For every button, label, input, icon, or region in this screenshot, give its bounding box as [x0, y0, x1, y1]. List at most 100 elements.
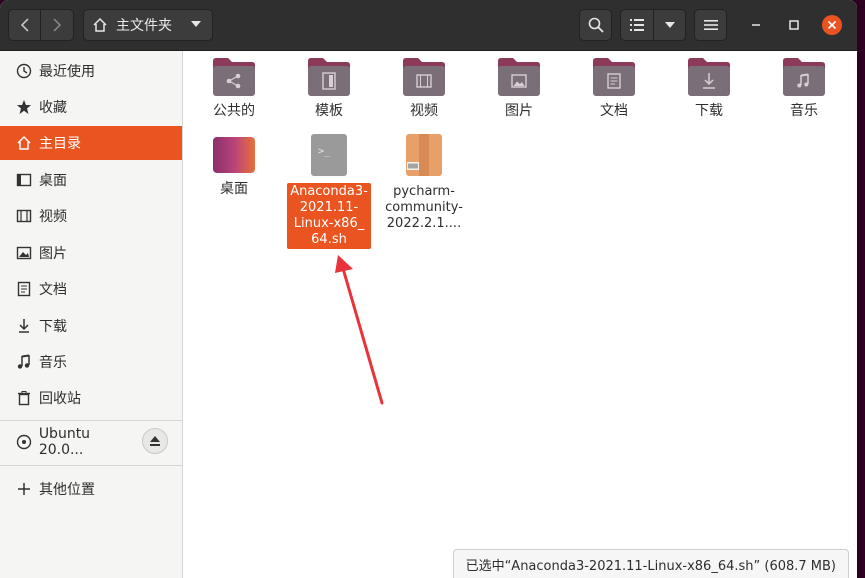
sidebar-item-label: 其他位置 [39, 482, 95, 498]
trash-icon [15, 389, 33, 407]
folder-icon [308, 58, 350, 96]
file-label: 文档 [600, 103, 628, 119]
plus-icon [15, 480, 33, 498]
main-menu-button[interactable] [694, 9, 727, 41]
svg-text:>_: >_ [318, 146, 331, 157]
sidebar-item-label: Ubuntu 20.0... [38, 426, 91, 458]
sidebar-item-recent[interactable]: 最近使用 [0, 54, 182, 88]
file-label: 公共的 [213, 103, 255, 119]
file-label: 模板 [315, 103, 343, 119]
file-item-pictures[interactable]: 图片 [472, 57, 566, 120]
file-label: 音乐 [790, 103, 818, 119]
video-icon [15, 207, 33, 225]
file-item-documents[interactable]: 文档 [567, 57, 661, 120]
recent-icon [15, 62, 33, 80]
home-icon [15, 134, 33, 152]
sidebar-item-other-locations[interactable]: 其他位置 [0, 472, 182, 506]
folder-icon [403, 58, 445, 96]
search-icon [588, 17, 604, 33]
sidebar-item-device[interactable]: Ubuntu 20.0... [0, 425, 138, 459]
file-view: 公共的 模板 视频 图片 文档 下载 音乐 桌面 >_ Anaconda3- 2… [183, 51, 857, 578]
maximize-icon [789, 20, 799, 30]
file-label: 视频 [410, 103, 438, 119]
shell-script-icon: >_ [311, 134, 347, 176]
sidebar-item-label: 下载 [39, 319, 67, 335]
document-icon [15, 280, 33, 298]
sidebar-item-label: 视频 [39, 209, 67, 225]
sidebar-separator [0, 420, 182, 421]
file-label: pycharm- community- 2022.2.1.... [385, 184, 463, 231]
file-item-music[interactable]: 音乐 [757, 57, 851, 120]
folder-icon [593, 58, 635, 96]
chevron-down-icon [191, 21, 201, 27]
selection-status: 已选中“Anaconda3-2021.11-Linux-x86_64.sh” (… [452, 549, 849, 578]
sidebar-item-label: 回收站 [39, 391, 81, 407]
sidebar-item-label: 最近使用 [39, 64, 95, 80]
hamburger-icon [703, 20, 718, 30]
star-icon [15, 98, 33, 116]
sidebar-item-trash[interactable]: 回收站 [0, 381, 182, 415]
list-view-icon [630, 19, 644, 31]
sidebar-separator [0, 465, 182, 466]
header-bar: 主文件夹 [0, 0, 857, 51]
search-button[interactable] [579, 9, 612, 41]
path-bar-button[interactable]: 主文件夹 [83, 9, 213, 41]
sidebar-item-label: 图片 [39, 246, 67, 262]
file-label: 图片 [505, 103, 533, 119]
close-icon [827, 20, 837, 30]
file-label: 桌面 [220, 181, 248, 197]
back-button[interactable] [8, 9, 41, 41]
sidebar-item-documents[interactable]: 文档 [0, 272, 182, 306]
file-item-templates[interactable]: 模板 [282, 57, 376, 120]
forward-button[interactable] [41, 9, 74, 41]
eject-button[interactable] [142, 428, 168, 454]
eject-icon [150, 436, 160, 446]
music-icon [15, 353, 33, 371]
sidebar-item-music[interactable]: 音乐 [0, 345, 182, 379]
sidebar-item-home[interactable]: 主目录 [0, 126, 182, 160]
file-label: 下载 [695, 103, 723, 119]
file-item-public[interactable]: 公共的 [187, 57, 281, 120]
download-icon [15, 317, 33, 335]
folder-icon [688, 58, 730, 96]
sidebar-item-starred[interactable]: 收藏 [0, 90, 182, 124]
sidebar-item-desktop[interactable]: 桌面 [0, 163, 182, 197]
folder-icon [498, 58, 540, 96]
archive-icon [406, 134, 442, 176]
picture-icon [15, 244, 33, 262]
maximize-button[interactable] [786, 17, 802, 33]
disc-icon [15, 433, 33, 451]
annotation-arrow [335, 255, 384, 405]
view-options-button[interactable] [654, 9, 686, 41]
sidebar-item-label: 文档 [39, 282, 67, 298]
sidebar-item-label: 桌面 [39, 173, 67, 189]
sidebar-item-videos[interactable]: 视频 [0, 199, 182, 233]
chevron-down-icon [664, 22, 675, 28]
home-icon [93, 17, 107, 32]
file-label: Anaconda3- 2021.11- Linux-x86_ 64.sh [287, 183, 371, 249]
sidebar: 最近使用 收藏 主目录 桌面 视频 图片 文档 下载 音乐 回收站 Ubuntu… [0, 51, 183, 578]
minimize-icon [752, 24, 760, 26]
file-item-downloads[interactable]: 下载 [662, 57, 756, 120]
status-text: 已选中“Anaconda3-2021.11-Linux-x86_64.sh” (… [465, 558, 836, 574]
chevron-left-icon [20, 18, 29, 32]
list-view-button[interactable] [620, 9, 654, 41]
sidebar-item-downloads[interactable]: 下载 [0, 309, 182, 343]
file-item-desktop[interactable]: 桌面 [187, 135, 281, 198]
close-button[interactable] [822, 15, 842, 35]
folder-icon [213, 58, 255, 96]
sidebar-item-label: 收藏 [39, 100, 67, 116]
path-label: 主文件夹 [116, 18, 172, 34]
sidebar-item-pictures[interactable]: 图片 [0, 236, 182, 270]
file-item-videos[interactable]: 视频 [377, 57, 471, 120]
file-item-anaconda-installer[interactable]: >_ Anaconda3- 2021.11- Linux-x86_ 64.sh [282, 132, 376, 249]
sidebar-item-label: 主目录 [39, 136, 81, 152]
minimize-button[interactable] [748, 17, 764, 33]
file-item-pycharm-archive[interactable]: pycharm- community- 2022.2.1.... [377, 132, 471, 233]
file-manager-window: 主文件夹 最近使用 收藏 主目录 桌面 视频 图片 文档 下载 音乐 回收站 U… [0, 0, 857, 578]
folder-icon [783, 58, 825, 96]
desktop-folder-icon [213, 137, 255, 173]
desktop-icon [15, 171, 33, 189]
chevron-right-icon [53, 18, 62, 32]
sidebar-item-label: 音乐 [39, 355, 67, 371]
